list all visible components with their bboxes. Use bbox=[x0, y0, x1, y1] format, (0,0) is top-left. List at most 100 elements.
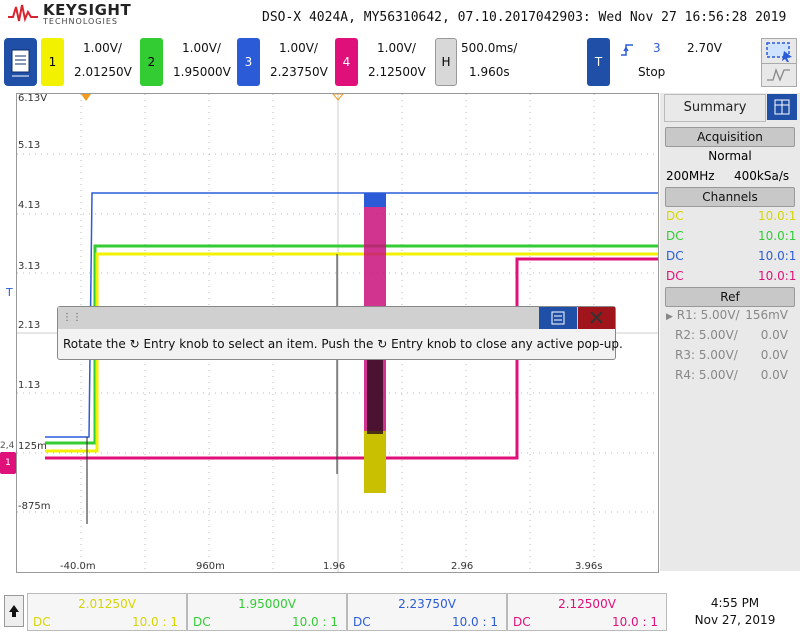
ground-marker-1[interactable]: 1 bbox=[0, 452, 16, 474]
ref-offset: 0.0V bbox=[760, 328, 788, 342]
horizontal-delay: 1.960s bbox=[469, 65, 510, 79]
channel-1-control[interactable]: 1 1.00V/ 2.01250V bbox=[41, 38, 136, 86]
channel-2-readout[interactable]: 1.95000V DC 10.0 : 1 bbox=[187, 593, 347, 631]
x-axis-label: -40.0m bbox=[60, 561, 96, 572]
readout-probe: 10.0 : 1 bbox=[131, 615, 178, 629]
ref-row: R3: 5.00V/ 0.0V bbox=[675, 348, 794, 362]
ref-name: R2: bbox=[675, 328, 696, 342]
horizontal-control[interactable]: H 500.0ms/ 1.960s bbox=[435, 38, 530, 86]
summary-toggle-button[interactable] bbox=[767, 94, 797, 120]
summary-tab[interactable]: Summary bbox=[664, 94, 766, 122]
channel-3-readout[interactable]: 2.23750V DC 10.0 : 1 bbox=[347, 593, 507, 631]
readout-probe: 10.0 : 1 bbox=[611, 615, 658, 629]
ref-name: R3: bbox=[675, 348, 696, 362]
horizontal-scale: 500.0ms/ bbox=[461, 41, 518, 55]
trigger-level-marker: T bbox=[6, 286, 13, 299]
y-axis-label: 125m bbox=[18, 441, 47, 452]
list-icon bbox=[551, 311, 565, 325]
channel-4-scale: 1.00V/ bbox=[377, 41, 416, 55]
channel-3-scale: 1.00V/ bbox=[279, 41, 318, 55]
popup-close-button[interactable] bbox=[578, 307, 615, 329]
y-axis-label: 4.13 bbox=[18, 200, 41, 211]
ground-marker-2-4: 2,4 bbox=[0, 441, 15, 451]
x-axis-label: 2.96 bbox=[451, 561, 474, 572]
ref-offset: 156mV bbox=[745, 308, 788, 322]
help-popup: ⋮⋮ Rotate the ↻ Entry knob to select an … bbox=[57, 306, 623, 360]
channel-1-tab[interactable]: 1 bbox=[41, 38, 64, 86]
channel-3-offset: 2.23750V bbox=[270, 65, 328, 79]
ref-row: ▶ R1: 5.00V/ 156mV bbox=[666, 308, 794, 322]
trigger-source: 3 bbox=[653, 41, 661, 55]
clock-date: Nov 27, 2019 bbox=[694, 613, 776, 627]
ref-scale: 5.00V/ bbox=[700, 308, 740, 322]
ref-scale: 5.00V/ bbox=[698, 368, 738, 382]
channel-4-tab[interactable]: 4 bbox=[335, 38, 358, 86]
popup-menu-button[interactable] bbox=[539, 307, 577, 329]
channel-4-probe: 10.0:1 bbox=[758, 269, 797, 283]
summary-panel: Summary Acquisition Normal 200MHz 400kSa… bbox=[660, 93, 800, 571]
readout-value: 2.01250V bbox=[78, 597, 136, 611]
ref-scale: 5.00V/ bbox=[698, 348, 738, 362]
readout-coupling: DC bbox=[513, 615, 531, 629]
channel-1-scale: 1.00V/ bbox=[83, 41, 122, 55]
brand-subtitle: TECHNOLOGIES bbox=[43, 17, 118, 26]
menu-button[interactable] bbox=[4, 38, 37, 86]
ref-scale: 5.00V/ bbox=[698, 328, 738, 342]
zoom-button[interactable] bbox=[761, 63, 797, 87]
channel-2-tab[interactable]: 2 bbox=[140, 38, 163, 86]
close-icon bbox=[590, 311, 603, 324]
channel-1-offset: 2.01250V bbox=[74, 65, 132, 79]
y-axis-label: 2.13 bbox=[18, 320, 41, 331]
ref-name: R1: bbox=[676, 308, 697, 322]
burst-region-channel-3 bbox=[364, 193, 386, 207]
readout-value: 2.23750V bbox=[398, 597, 456, 611]
trigger-control[interactable]: T 3 2.70V Stop bbox=[587, 38, 737, 86]
zoom-waveform-icon bbox=[767, 68, 790, 82]
x-axis-label: 1.96 bbox=[323, 561, 346, 572]
menu-icon bbox=[11, 49, 30, 77]
acquisition-heading[interactable]: Acquisition bbox=[665, 127, 795, 147]
ref-heading[interactable]: Ref bbox=[665, 287, 795, 307]
channel-3-probe: 10.0:1 bbox=[758, 249, 797, 263]
channels-heading[interactable]: Channels bbox=[665, 187, 795, 207]
readout-probe: 10.0 : 1 bbox=[291, 615, 338, 629]
scroll-up-button[interactable] bbox=[4, 595, 24, 627]
horizontal-tab[interactable]: H bbox=[435, 38, 457, 86]
x-axis-label: 960m bbox=[196, 561, 225, 572]
burst-region-channel-1 bbox=[364, 431, 386, 493]
channel-2-scale: 1.00V/ bbox=[182, 41, 221, 55]
y-axis-label: 3.13 bbox=[18, 261, 41, 272]
readout-probe: 10.0 : 1 bbox=[451, 615, 498, 629]
selection-box-icon bbox=[766, 42, 792, 62]
touch-select-button[interactable] bbox=[761, 38, 797, 64]
channel-3-control[interactable]: 3 1.00V/ 2.23750V bbox=[237, 38, 332, 86]
screen-title: DSO-X 4024A, MY56310642, 07.10.201704290… bbox=[262, 10, 787, 25]
rising-edge-icon bbox=[621, 44, 633, 56]
expand-arrow-icon: ▶ bbox=[666, 312, 673, 322]
acquisition-mode: Normal bbox=[708, 149, 752, 163]
status-footer: 2.01250V DC 10.0 : 1 1.95000V DC 10.0 : … bbox=[0, 588, 800, 632]
channel-1-readout[interactable]: 2.01250V DC 10.0 : 1 bbox=[27, 593, 187, 631]
popup-message: Rotate the ↻ Entry knob to select an ite… bbox=[63, 337, 623, 351]
drag-handle-icon[interactable]: ⋮⋮ bbox=[62, 312, 82, 323]
up-arrow-icon bbox=[9, 605, 19, 617]
y-axis-label: 6.13V bbox=[18, 93, 48, 104]
channel-4-control[interactable]: 4 1.00V/ 2.12500V bbox=[335, 38, 430, 86]
channel-3-tab[interactable]: 3 bbox=[237, 38, 260, 86]
run-state: Stop bbox=[638, 65, 666, 79]
channel-4-readout[interactable]: 2.12500V DC 10.0 : 1 bbox=[507, 593, 667, 631]
readout-value: 2.12500V bbox=[558, 597, 616, 611]
popup-title-bar[interactable]: ⋮⋮ bbox=[58, 307, 615, 329]
ref-row: R4: 5.00V/ 0.0V bbox=[675, 368, 794, 382]
trigger-position-marker-icon bbox=[81, 94, 91, 101]
acquisition-sample-rate: 400kSa/s bbox=[734, 169, 790, 183]
trigger-tab[interactable]: T bbox=[587, 38, 610, 86]
channel-1-probe: 10.0:1 bbox=[758, 209, 797, 223]
readout-coupling: DC bbox=[193, 615, 211, 629]
trigger-level: 2.70V bbox=[687, 41, 722, 55]
channel-2-probe: 10.0:1 bbox=[758, 229, 797, 243]
ref-offset: 0.0V bbox=[760, 348, 788, 362]
channel-2-offset: 1.95000V bbox=[173, 65, 231, 79]
channel-2-control[interactable]: 2 1.00V/ 1.95000V bbox=[140, 38, 235, 86]
ref-row: R2: 5.00V/ 0.0V bbox=[675, 328, 794, 342]
